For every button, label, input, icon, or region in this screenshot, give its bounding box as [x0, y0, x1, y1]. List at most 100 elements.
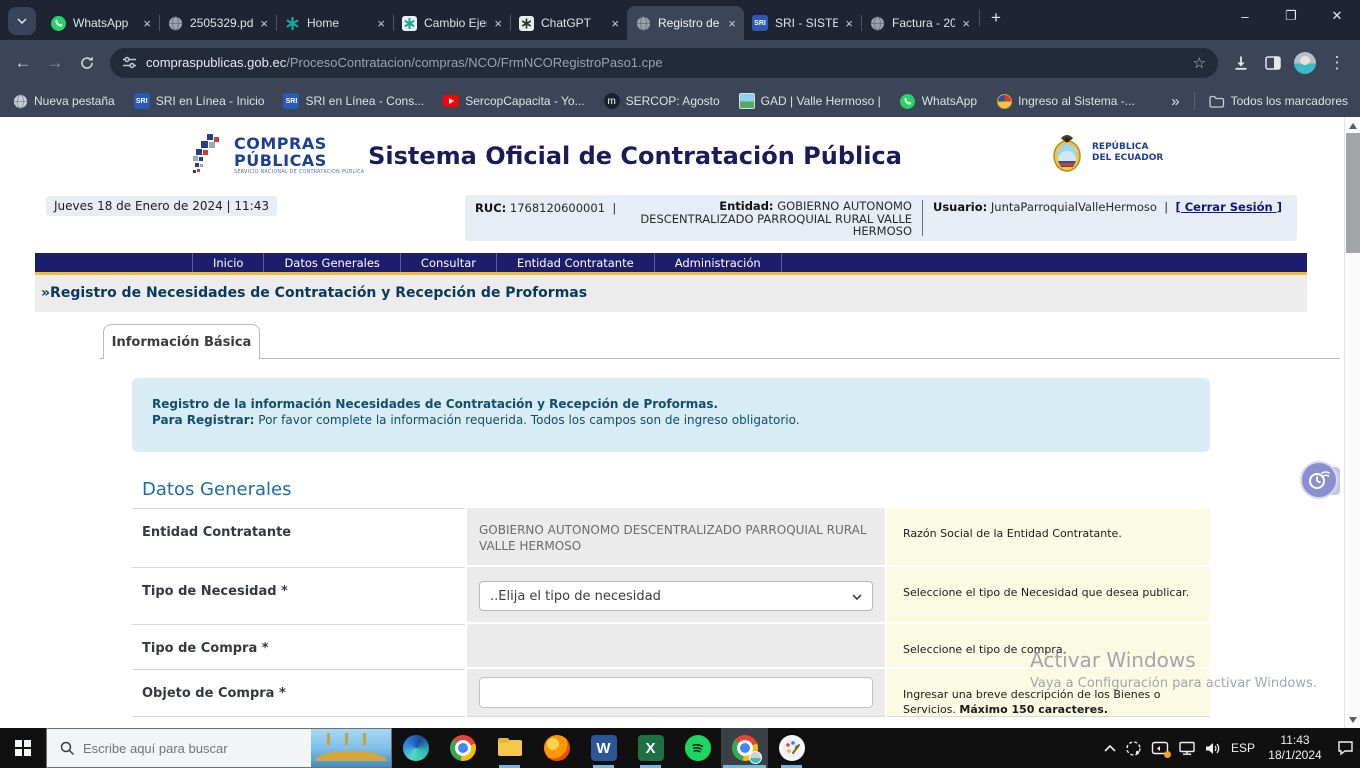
- menu-item-entidad-contratante[interactable]: Entidad Contratante: [497, 253, 655, 272]
- tab-close-icon[interactable]: ×: [494, 16, 502, 31]
- section-title: Datos Generales: [142, 479, 291, 500]
- taskbar-app-word[interactable]: W: [580, 728, 627, 768]
- taskbar-app-spotify[interactable]: [674, 728, 721, 768]
- sri-icon: SRI: [752, 15, 768, 31]
- tab-factura[interactable]: Factura - 202 ×: [861, 6, 978, 40]
- site-info-icon[interactable]: [122, 56, 137, 69]
- field-hint: Ingresar una breve descripción de los Bi…: [887, 669, 1210, 717]
- tray-display-sync-icon[interactable]: [1151, 741, 1169, 756]
- tab-chatgpt[interactable]: ChatGPT ×: [510, 6, 627, 40]
- bookmark-label: Nueva pestaña: [34, 94, 115, 108]
- chrome-icon: [450, 735, 476, 761]
- side-panel-button[interactable]: [1258, 48, 1288, 78]
- clock-extension-icon[interactable]: [1300, 461, 1338, 499]
- back-button[interactable]: ←: [8, 48, 38, 78]
- bookmark-gad-valle-hermoso[interactable]: GAD | Valle Hermoso |: [739, 93, 881, 109]
- tab-close-icon[interactable]: ×: [845, 16, 853, 31]
- tab-close-icon[interactable]: ×: [962, 16, 970, 31]
- windows-logo-icon: [15, 740, 31, 756]
- profile-badge-icon: [749, 751, 762, 764]
- bookmark-ingreso-sistema[interactable]: Ingreso al Sistema -...: [996, 93, 1135, 109]
- scroll-up-arrow[interactable]: [1345, 118, 1360, 133]
- taskbar-app-paint[interactable]: [768, 728, 815, 768]
- bookmark-whatsapp[interactable]: WhatsApp: [900, 93, 977, 109]
- bookmark-sri-inicio[interactable]: SRI SRI en Línea - Inicio: [134, 93, 265, 109]
- bookmark-sri-consultas[interactable]: SRI SRI en Línea - Cons...: [283, 93, 424, 109]
- downloads-button[interactable]: [1226, 48, 1256, 78]
- firefox-icon: [544, 735, 570, 761]
- url-bar[interactable]: compraspublicas.gob.ec/ProcesoContrataci…: [110, 48, 1218, 78]
- close-button[interactable]: ✕: [1314, 0, 1360, 32]
- action-center-icon[interactable]: [1337, 740, 1354, 756]
- tab-close-icon[interactable]: ×: [728, 16, 736, 31]
- bookmarks-overflow-chevron[interactable]: »: [1171, 93, 1179, 110]
- browser-menu-button[interactable]: ⋮: [1322, 48, 1352, 78]
- tab-title: 2505329.pdf: [190, 16, 253, 30]
- notice-line1: Registro de la información Necesidades d…: [152, 396, 1190, 412]
- taskbar-app-file-explorer[interactable]: [486, 728, 533, 768]
- network-icon[interactable]: [1178, 741, 1196, 756]
- tray-expand-chevron[interactable]: [1104, 744, 1116, 752]
- objeto-de-compra-input[interactable]: [479, 677, 873, 708]
- bookmark-label: SERCOP: Agosto: [626, 94, 720, 108]
- taskbar-app-excel[interactable]: X: [627, 728, 674, 768]
- paint-icon: [779, 735, 805, 761]
- maximize-button[interactable]: ❐: [1268, 0, 1314, 32]
- language-indicator[interactable]: ESP: [1231, 741, 1255, 755]
- bookmark-sercopcapacita[interactable]: SercopCapacita - Yo...: [443, 93, 584, 109]
- session-info-bar: RUC: 1768120600001 | Entidad: GOBIERNO A…: [465, 195, 1297, 241]
- tab-close-icon[interactable]: ×: [143, 16, 151, 31]
- cerrar-sesion-link[interactable]: [ Cerrar Sesión ]: [1175, 200, 1282, 214]
- bookmark-star-icon[interactable]: ☆: [1193, 54, 1206, 72]
- new-tab-button[interactable]: +: [982, 4, 1010, 32]
- taskbar-search-input[interactable]: [75, 741, 311, 756]
- tab-close-icon[interactable]: ×: [377, 16, 385, 31]
- notice-box: Registro de la información Necesidades d…: [132, 378, 1210, 452]
- photo-icon: [739, 93, 755, 109]
- field-value-cell: [467, 669, 885, 717]
- tab-cambio[interactable]: Cambio Ejer ×: [393, 6, 510, 40]
- youtube-icon: [443, 93, 459, 109]
- menu-item-inicio[interactable]: Inicio: [192, 253, 264, 272]
- tab-home[interactable]: Home ×: [276, 6, 393, 40]
- minimize-button[interactable]: –: [1222, 0, 1268, 32]
- tab-sri[interactable]: SRI SRI - SISTEM ×: [744, 6, 861, 40]
- bookmark-label: GAD | Valle Hermoso |: [761, 94, 881, 108]
- tab-registro-active[interactable]: Registro de l ×: [627, 6, 744, 40]
- taskbar-app-chrome[interactable]: [439, 728, 486, 768]
- tab-pdf[interactable]: 2505329.pdf ×: [159, 6, 276, 40]
- profile-avatar[interactable]: [1294, 52, 1316, 74]
- taskbar-app-edge[interactable]: [392, 728, 439, 768]
- field-value-cell: [467, 624, 885, 667]
- taskbar-app-firefox[interactable]: [533, 728, 580, 768]
- tab-informacion-basica[interactable]: Información Básica: [103, 324, 260, 359]
- news-widget-image[interactable]: [311, 729, 391, 767]
- scrollbar-thumb[interactable]: [1346, 133, 1360, 253]
- start-button[interactable]: [0, 728, 46, 768]
- tab-search-button[interactable]: [8, 7, 36, 35]
- seal-text-line2: DEL ECUADOR: [1092, 153, 1163, 164]
- menu-item-administracion[interactable]: Administración: [655, 253, 782, 272]
- volume-icon[interactable]: [1205, 741, 1222, 756]
- tray-capture-icon[interactable]: [1125, 740, 1142, 757]
- bookmark-sercop-agosto[interactable]: m SERCOP: Agosto: [604, 93, 720, 109]
- bookmark-label: SercopCapacita - Yo...: [465, 94, 584, 108]
- url-text[interactable]: compraspublicas.gob.ec/ProcesoContrataci…: [146, 55, 1184, 70]
- taskbar-app-chrome-active[interactable]: [721, 728, 768, 768]
- tab-close-icon[interactable]: ×: [611, 16, 619, 31]
- menu-item-datos-generales[interactable]: Datos Generales: [264, 253, 400, 272]
- tab-whatsapp[interactable]: WhatsApp ×: [42, 6, 159, 40]
- taskbar-search-box[interactable]: [46, 728, 392, 768]
- taskbar-clock[interactable]: 11:43 18/1/2024: [1264, 733, 1326, 763]
- tab-title: Registro de l: [658, 16, 721, 30]
- reload-button[interactable]: [72, 48, 102, 78]
- menu-item-consultar[interactable]: Consultar: [401, 253, 497, 272]
- tab-close-icon[interactable]: ×: [260, 16, 268, 31]
- bookmark-nueva-pestana[interactable]: Nueva pestaña: [12, 93, 115, 109]
- extension-floating-button[interactable]: [1300, 461, 1342, 501]
- page-scrollbar[interactable]: [1344, 117, 1360, 728]
- forward-button[interactable]: →: [40, 48, 70, 78]
- scroll-down-arrow[interactable]: [1345, 712, 1360, 727]
- all-bookmarks-button[interactable]: Todos los marcadores: [1209, 93, 1348, 109]
- tipo-necesidad-select[interactable]: ..Elija el tipo de necesidad: [479, 581, 873, 611]
